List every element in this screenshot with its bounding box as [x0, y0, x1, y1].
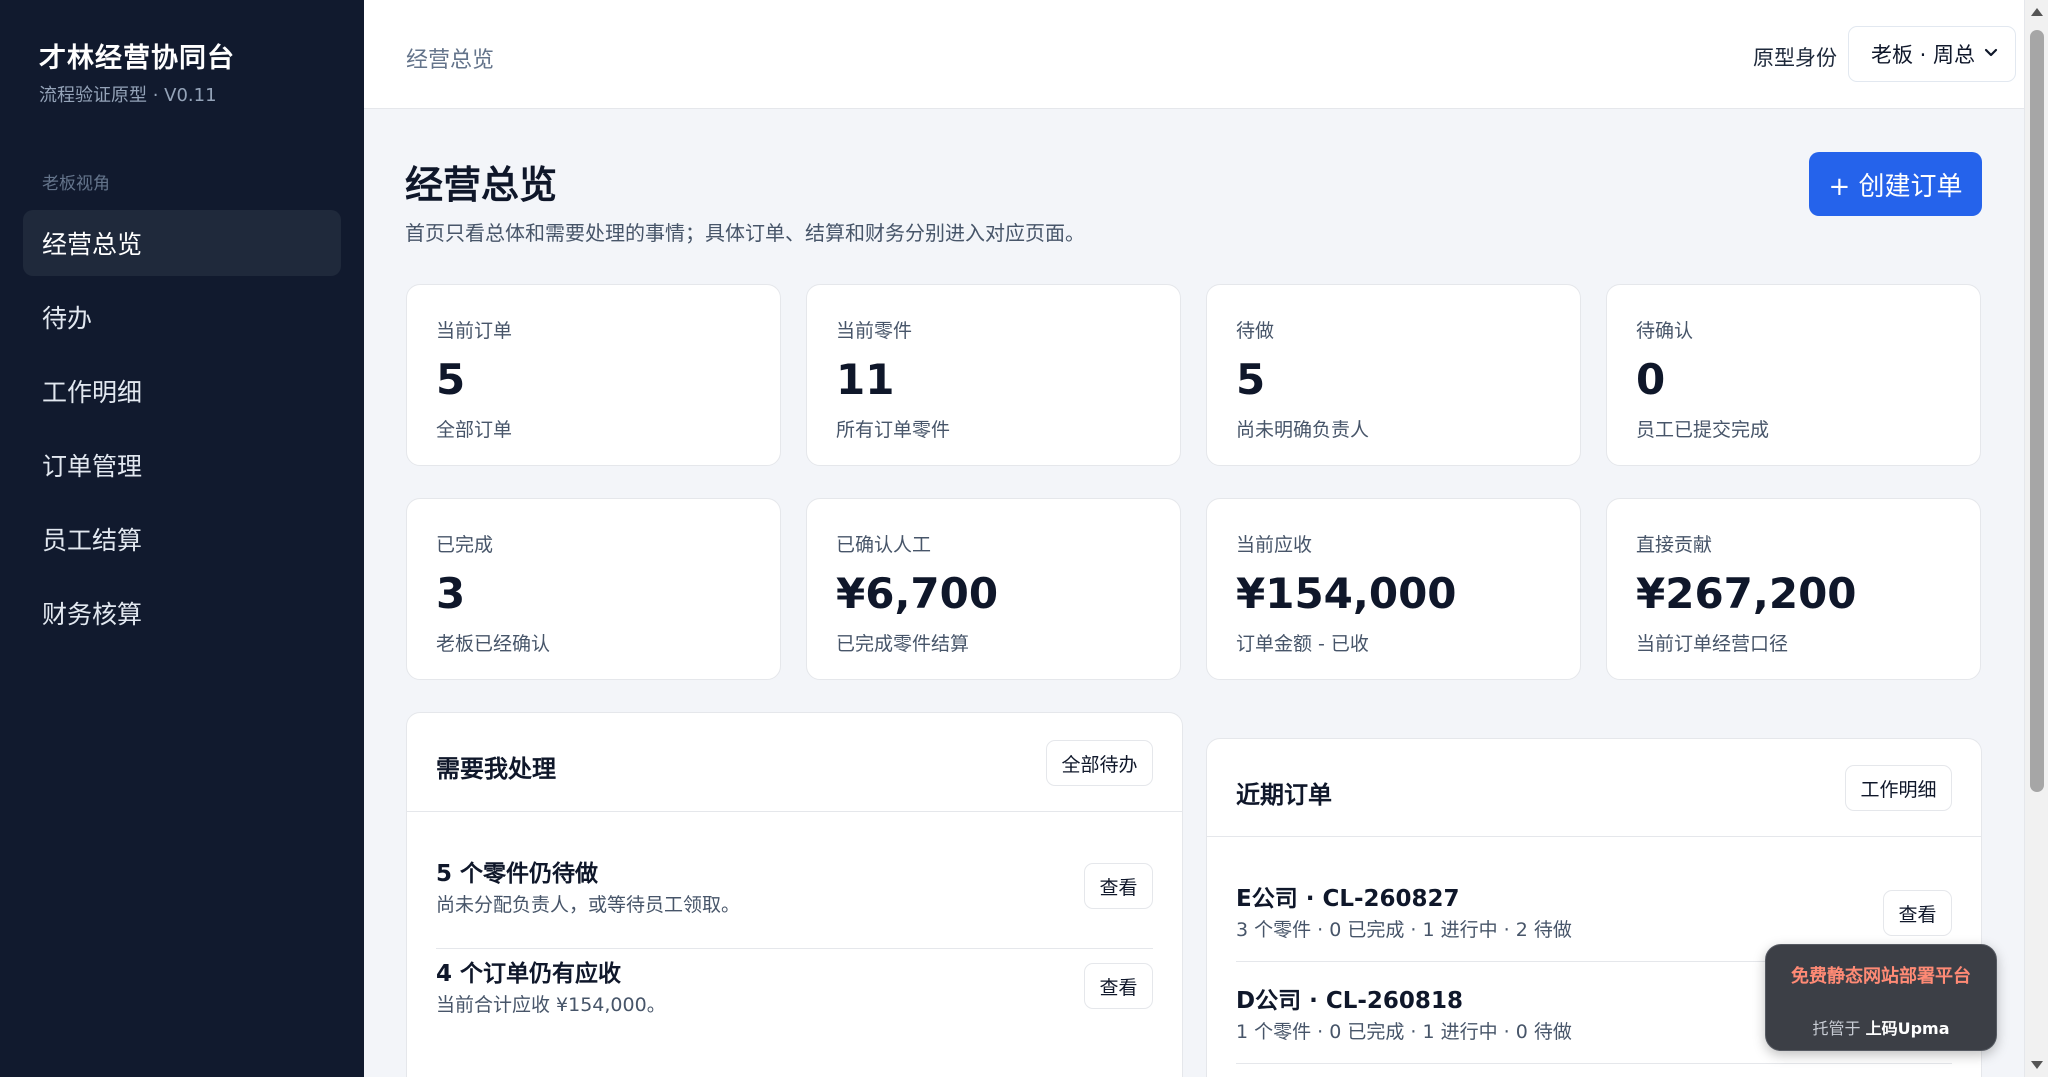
- scroll-down-arrow-icon[interactable]: [2031, 1061, 2043, 1069]
- stat-note: 老板已经确认: [436, 633, 551, 655]
- stat-card-current-parts: 当前零件 11 所有订单零件: [806, 284, 1181, 466]
- promo-title: 免费静态网站部署平台: [1791, 966, 1971, 987]
- stat-card-current-orders: 当前订单 5 全部订单: [406, 284, 781, 466]
- stat-label: 当前订单: [436, 320, 513, 342]
- todo-item-subtitle: 尚未分配负责人，或等待员工领取。: [436, 894, 741, 916]
- sidebar-item-finance[interactable]: 财务核算: [23, 580, 341, 646]
- order-summary: 3 个零件 · 0 已完成 · 1 进行中 · 2 待做: [1236, 919, 1572, 941]
- scrollbar-thumb[interactable]: [2030, 30, 2044, 792]
- stat-note: 当前订单经营口径: [1636, 633, 1789, 655]
- stat-value: ¥154,000: [1236, 569, 1457, 618]
- stat-label: 已完成: [436, 534, 494, 556]
- brand-subtitle: 流程验证原型 · V0.11: [39, 85, 217, 106]
- stat-value: ¥6,700: [836, 569, 999, 618]
- stat-card-receivable: 当前应收 ¥154,000 订单金额 - 已收: [1206, 498, 1581, 680]
- promo-sub-prefix: 托管于: [1812, 1019, 1861, 1038]
- sidebar-item-work-details[interactable]: 工作明细: [23, 358, 341, 424]
- page-description: 首页只看总体和需要处理的事情；具体订单、结算和财务分别进入对应页面。: [405, 221, 1085, 245]
- stat-note: 已完成零件结算: [836, 633, 970, 655]
- sidebar-item-overview[interactable]: 经营总览: [23, 210, 341, 276]
- todo-item-title: 5 个零件仍待做: [436, 861, 599, 887]
- stat-value: 11: [836, 355, 895, 404]
- stat-card-direct-contribution: 直接贡献 ¥267,200 当前订单经营口径: [1606, 498, 1981, 680]
- all-todo-button[interactable]: 全部待办: [1046, 740, 1153, 786]
- promo-brand: 上码Upma: [1865, 1019, 1950, 1038]
- order-summary: 1 个零件 · 0 已完成 · 1 进行中 · 0 待做: [1236, 1021, 1572, 1043]
- stat-card-completed: 已完成 3 老板已经确认: [406, 498, 781, 680]
- view-button[interactable]: 查看: [1084, 963, 1153, 1009]
- recent-orders-header: 近期订单 工作明细: [1207, 739, 1981, 837]
- todo-item-title: 4 个订单仍有应收: [436, 961, 622, 987]
- page-title: 经营总览: [405, 163, 558, 207]
- view-button[interactable]: 查看: [1084, 863, 1153, 909]
- chevron-down-icon: [1984, 48, 1998, 57]
- sidebar: 才林经营协同台 流程验证原型 · V0.11 老板视角 经营总览 待办 工作明细…: [0, 0, 364, 1077]
- stat-note: 全部订单: [436, 419, 513, 441]
- stat-note: 尚未明确负责人: [1236, 419, 1370, 441]
- stat-value: 5: [1236, 355, 1266, 404]
- todo-panel-header: 需要我处理 全部待办: [407, 713, 1182, 812]
- stat-value: ¥267,200: [1636, 569, 1857, 618]
- view-button[interactable]: 查看: [1883, 890, 1952, 936]
- promo-badge[interactable]: 免费静态网站部署平台 托管于 上码Upma: [1765, 944, 1997, 1051]
- topbar: 经营总览 原型身份 老板 · 周总: [364, 0, 2024, 109]
- scroll-up-arrow-icon[interactable]: [2031, 8, 2043, 16]
- stat-label: 当前应收: [1236, 534, 1313, 556]
- work-details-button[interactable]: 工作明细: [1845, 765, 1952, 811]
- stat-label: 当前零件: [836, 320, 913, 342]
- row-divider: [1236, 1063, 1952, 1064]
- sidebar-nav: 经营总览 待办 工作明细 订单管理 员工结算 财务核算: [23, 210, 341, 654]
- page-scrollbar[interactable]: [2024, 0, 2048, 1077]
- stat-card-pending: 待做 5 尚未明确负责人: [1206, 284, 1581, 466]
- todo-item: 5 个零件仍待做 尚未分配负责人，或等待员工领取。 查看: [436, 812, 1153, 949]
- stat-label: 待确认: [1636, 320, 1694, 342]
- recent-orders-title: 近期订单: [1236, 781, 1332, 809]
- brand-title: 才林经营协同台: [39, 43, 235, 74]
- stat-card-to-confirm: 待确认 0 员工已提交完成: [1606, 284, 1981, 466]
- nav-section-label: 老板视角: [42, 174, 110, 194]
- todo-panel-title: 需要我处理: [436, 755, 556, 783]
- sidebar-item-orders[interactable]: 订单管理: [23, 432, 341, 498]
- stat-value: 0: [1636, 355, 1666, 404]
- todo-item-subtitle: 当前合计应收 ¥154,000。: [436, 994, 666, 1016]
- stat-value: 3: [436, 569, 466, 618]
- todo-item: 4 个订单仍有应收 当前合计应收 ¥154,000。 查看: [436, 949, 1153, 1050]
- order-title: D公司 · CL-260818: [1236, 988, 1463, 1014]
- stat-note: 员工已提交完成: [1636, 419, 1770, 441]
- role-label: 原型身份: [1753, 46, 1837, 70]
- stat-label: 已确认人工: [836, 534, 932, 556]
- role-select[interactable]: 老板 · 周总: [1848, 26, 2016, 82]
- role-select-value: 老板 · 周总: [1871, 43, 1976, 67]
- sidebar-item-payroll[interactable]: 员工结算: [23, 506, 341, 572]
- create-order-button[interactable]: + 创建订单: [1809, 152, 1982, 216]
- breadcrumb: 经营总览: [406, 48, 495, 73]
- promo-hosted-by: 托管于 上码Upma: [1766, 1015, 1996, 1039]
- sidebar-item-todo[interactable]: 待办: [23, 284, 341, 350]
- stat-label: 待做: [1236, 320, 1275, 342]
- stat-note: 订单金额 - 已收: [1236, 633, 1369, 655]
- stat-label: 直接贡献: [1636, 534, 1713, 556]
- stat-note: 所有订单零件: [836, 419, 951, 441]
- order-title: E公司 · CL-260827: [1236, 886, 1460, 912]
- stat-card-confirmed-labor: 已确认人工 ¥6,700 已完成零件结算: [806, 498, 1181, 680]
- todo-panel: 需要我处理 全部待办 5 个零件仍待做 尚未分配负责人，或等待员工领取。 查看 …: [406, 712, 1183, 1077]
- order-row[interactable]: E公司 · CL-260827 3 个零件 · 0 已完成 · 1 进行中 · …: [1236, 837, 1952, 962]
- stat-value: 5: [436, 355, 466, 404]
